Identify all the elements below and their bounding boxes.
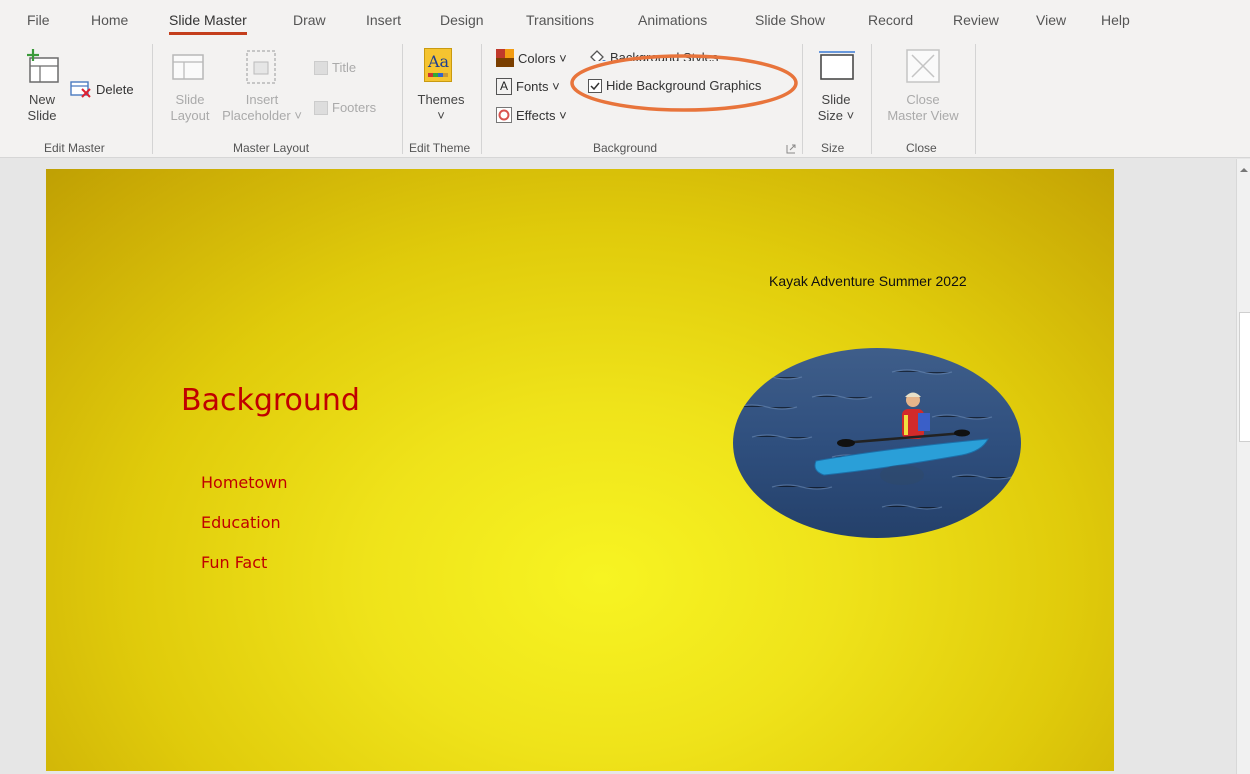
fonts-button[interactable]: A Fonts ˅ [496,78,560,95]
tab-view[interactable]: View [1036,12,1066,28]
scroll-up-icon[interactable] [1238,165,1250,175]
tab-draw[interactable]: Draw [293,12,326,28]
tab-file[interactable]: File [27,12,50,28]
divider [152,44,153,154]
list-item: Education [201,513,281,532]
slide-layout-icon [172,54,204,80]
close-label-2: Master View [887,108,959,123]
close-label-1: Close [906,92,940,107]
close-icon [906,49,940,83]
footers-checkbox-label: Footers [332,100,377,115]
tab-help[interactable]: Help [1101,12,1130,28]
effects-button[interactable]: Effects ˅ [496,107,567,123]
colors-icon [496,49,514,67]
colors-button[interactable]: Colors ˅ [496,49,567,67]
edit-master-group-label: Edit Master [44,141,105,155]
colors-label: Colors ˅ [518,50,567,66]
slide-size-label-1: Slide [821,92,851,107]
divider [975,44,976,154]
tab-review[interactable]: Review [953,12,999,28]
delete-label: Delete [96,81,134,97]
insert-placeholder-icon [246,50,276,84]
list-item: Hometown [201,473,288,492]
tab-design[interactable]: Design [440,12,484,28]
tab-slide-show[interactable]: Slide Show [755,12,825,28]
themes-icon: Aa [424,48,452,82]
menu-bar: File Home Slide Master Draw Insert Desig… [0,0,1250,38]
title-checkbox[interactable]: Title [314,60,356,75]
insert-placeholder-label-2: Placeholder ˅ [222,108,302,123]
checkbox-icon [314,60,328,75]
slide-layout-label-1: Slide [175,92,205,107]
checkbox-icon [314,100,328,115]
master-layout-group-label: Master Layout [233,141,310,155]
vertical-scrollbar[interactable] [1236,159,1250,774]
delete-button[interactable]: Delete [70,80,134,98]
footers-checkbox[interactable]: Footers [314,100,376,115]
slide-size-label-2: Size ˅ [817,108,855,123]
themes-label: Themes [417,92,465,107]
tab-transitions[interactable]: Transitions [526,12,594,28]
slide-layout-label-2: Layout [170,108,210,123]
effects-label: Effects ˅ [516,107,567,123]
background-group-label: Background [593,141,658,155]
new-slide-label-1: New [28,92,55,107]
list-item: Fun Fact [201,553,268,572]
slide-title[interactable]: Background [181,383,360,418]
scrollbar-thumb[interactable] [1239,312,1250,442]
tab-record[interactable]: Record [868,12,913,28]
chevron-down-icon: ˅ [437,108,445,123]
close-group-label: Close [906,141,937,155]
divider [402,44,403,154]
divider [871,44,872,154]
kayak-photo[interactable] [732,347,1022,539]
edit-theme-group-label: Edit Theme [409,141,471,155]
dialog-launcher-icon[interactable] [786,144,796,154]
divider [802,44,803,154]
title-checkbox-label: Title [332,60,357,75]
new-slide-label-2: Slide [27,108,57,123]
size-group-label: Size [821,141,845,155]
ribbon: New Slide Delete Edit Master Slide Layou… [0,38,1250,158]
tab-slide-master[interactable]: Slide Master [169,12,247,35]
fonts-label: Fonts ˅ [516,79,560,94]
slide-header-text[interactable]: Kayak Adventure Summer 2022 [769,273,967,289]
divider [481,44,482,154]
slide-size-icon [819,51,855,80]
themes-glyph: Aa [428,52,450,71]
slide-canvas: Kayak Adventure Summer 2022 Background H… [0,159,1250,774]
highlight-ellipse [570,54,798,112]
tab-home[interactable]: Home [91,12,128,28]
delete-icon [70,81,91,98]
tab-animations[interactable]: Animations [638,12,707,28]
fonts-icon: A [496,78,512,95]
slide-bullet-list[interactable]: Hometown Education Fun Fact [201,463,288,583]
effects-icon [496,107,512,123]
insert-placeholder-label-1: Insert [245,92,279,107]
slide-master[interactable]: Kayak Adventure Summer 2022 Background H… [46,169,1114,771]
new-slide-icon [27,49,59,83]
tab-insert[interactable]: Insert [366,12,401,28]
